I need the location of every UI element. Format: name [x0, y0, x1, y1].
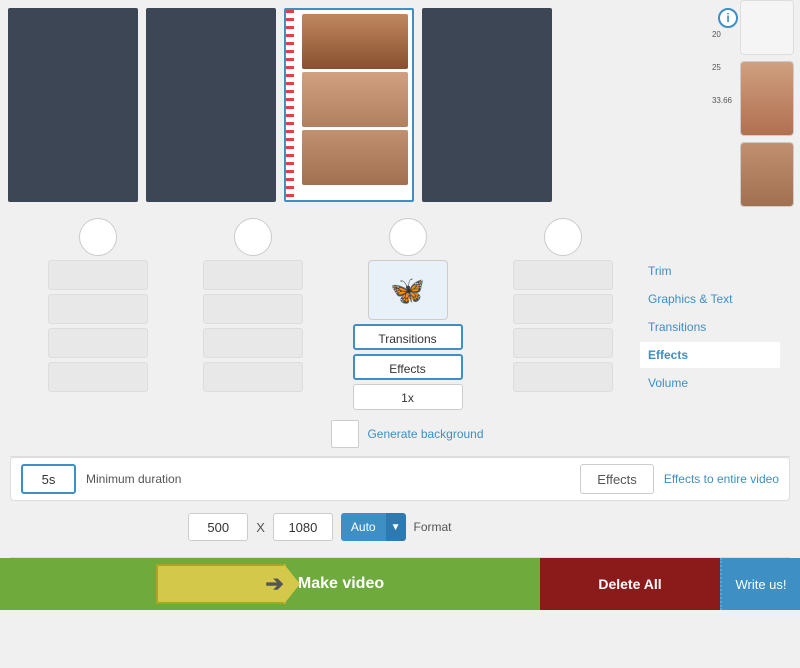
clip-block-4b: [513, 294, 613, 324]
timeline-thumb-2: [740, 142, 794, 207]
effects-entire-btn[interactable]: Effects to entire video: [664, 472, 779, 486]
right-link-transitions[interactable]: Transitions: [640, 314, 780, 340]
clip-block-4d: [513, 362, 613, 392]
timeline-thumb-img-2: [741, 143, 793, 206]
clip-column-center: 🦋 Transitions Effects 1x Generate backgr…: [330, 218, 485, 448]
film-panel-2[interactable]: [146, 8, 276, 202]
action-bar: ➔ Make video Delete All Write us!: [0, 558, 800, 610]
edit-area: 🦋 Transitions Effects 1x Generate backgr…: [0, 210, 800, 456]
timeline-scale: 20 25 33.66: [712, 30, 732, 129]
speed-button[interactable]: 1x: [353, 384, 463, 410]
make-video-label: Make video: [298, 575, 384, 593]
format-label: Format: [414, 520, 452, 534]
clip-block-2c: [203, 328, 303, 358]
generate-bg-checkbox[interactable]: [331, 420, 359, 448]
format-height-input[interactable]: 1080: [273, 513, 333, 541]
auto-btn-group: Auto ▼: [341, 513, 406, 541]
clip-circle-2: [234, 218, 272, 256]
clip-circle-center: [389, 218, 427, 256]
effects-dropdown-btn[interactable]: Effects: [580, 464, 654, 494]
butterfly-thumb: 🦋: [368, 260, 448, 320]
film-panel-1[interactable]: [8, 8, 138, 202]
effects-button[interactable]: Effects: [353, 354, 463, 380]
right-timeline: 20 25 33.66: [710, 0, 800, 290]
clip-block-2a: [203, 260, 303, 290]
timeline-thumb-img-1: [741, 62, 793, 135]
film-thumb-2: [302, 72, 408, 127]
clip-column-2: [175, 218, 330, 392]
clip-block-1a: [48, 260, 148, 290]
clip-column-4: [485, 218, 640, 392]
timeline-thumb-blank: [740, 0, 794, 55]
right-link-effects[interactable]: Effects: [640, 342, 780, 368]
make-video-button[interactable]: ➔ Make video: [0, 558, 540, 610]
timeline-thumbs: [740, 0, 798, 207]
scale-mark-25: 25: [712, 63, 732, 72]
clip-block-2d: [203, 362, 303, 392]
generate-bg-row: Generate background: [331, 420, 483, 448]
filmstrip-area: i 20 25 33.66: [0, 0, 800, 210]
format-bar: 500 X 1080 Auto ▼ Format: [10, 507, 790, 547]
clip-block-2b: [203, 294, 303, 324]
scale-mark-33: 33.66: [712, 96, 732, 105]
duration-bar: 5s Minimum duration Effects Effects to e…: [10, 457, 790, 501]
arrow-indicator: ➔: [156, 564, 286, 604]
transitions-button[interactable]: Transitions: [353, 324, 463, 350]
film-panel-4[interactable]: [422, 8, 552, 202]
minimum-duration-label: Minimum duration: [86, 472, 181, 486]
write-us-button[interactable]: Write us!: [720, 558, 800, 610]
clip-circle-4: [544, 218, 582, 256]
scale-mark-20: 20: [712, 30, 732, 39]
clip-block-4a: [513, 260, 613, 290]
format-width-input[interactable]: 500: [188, 513, 248, 541]
auto-dropdown-btn[interactable]: ▼: [386, 513, 406, 541]
format-separator: X: [256, 520, 265, 535]
film-panel-3[interactable]: [284, 8, 414, 202]
clip-column-1: [20, 218, 175, 392]
clip-block-4c: [513, 328, 613, 358]
clip-block-1d: [48, 362, 148, 392]
generate-bg-label[interactable]: Generate background: [367, 427, 483, 441]
clip-block-1c: [48, 328, 148, 358]
red-dots: [286, 10, 294, 200]
clip-block-1b: [48, 294, 148, 324]
timeline-thumb-1: [740, 61, 794, 136]
duration-input[interactable]: 5s: [21, 464, 76, 494]
clip-circle-1: [79, 218, 117, 256]
film-thumb-1: [302, 14, 408, 69]
auto-button[interactable]: Auto: [341, 513, 386, 541]
delete-all-button[interactable]: Delete All: [540, 558, 720, 610]
right-link-volume[interactable]: Volume: [640, 370, 780, 396]
film-thumb-3: [302, 130, 408, 185]
